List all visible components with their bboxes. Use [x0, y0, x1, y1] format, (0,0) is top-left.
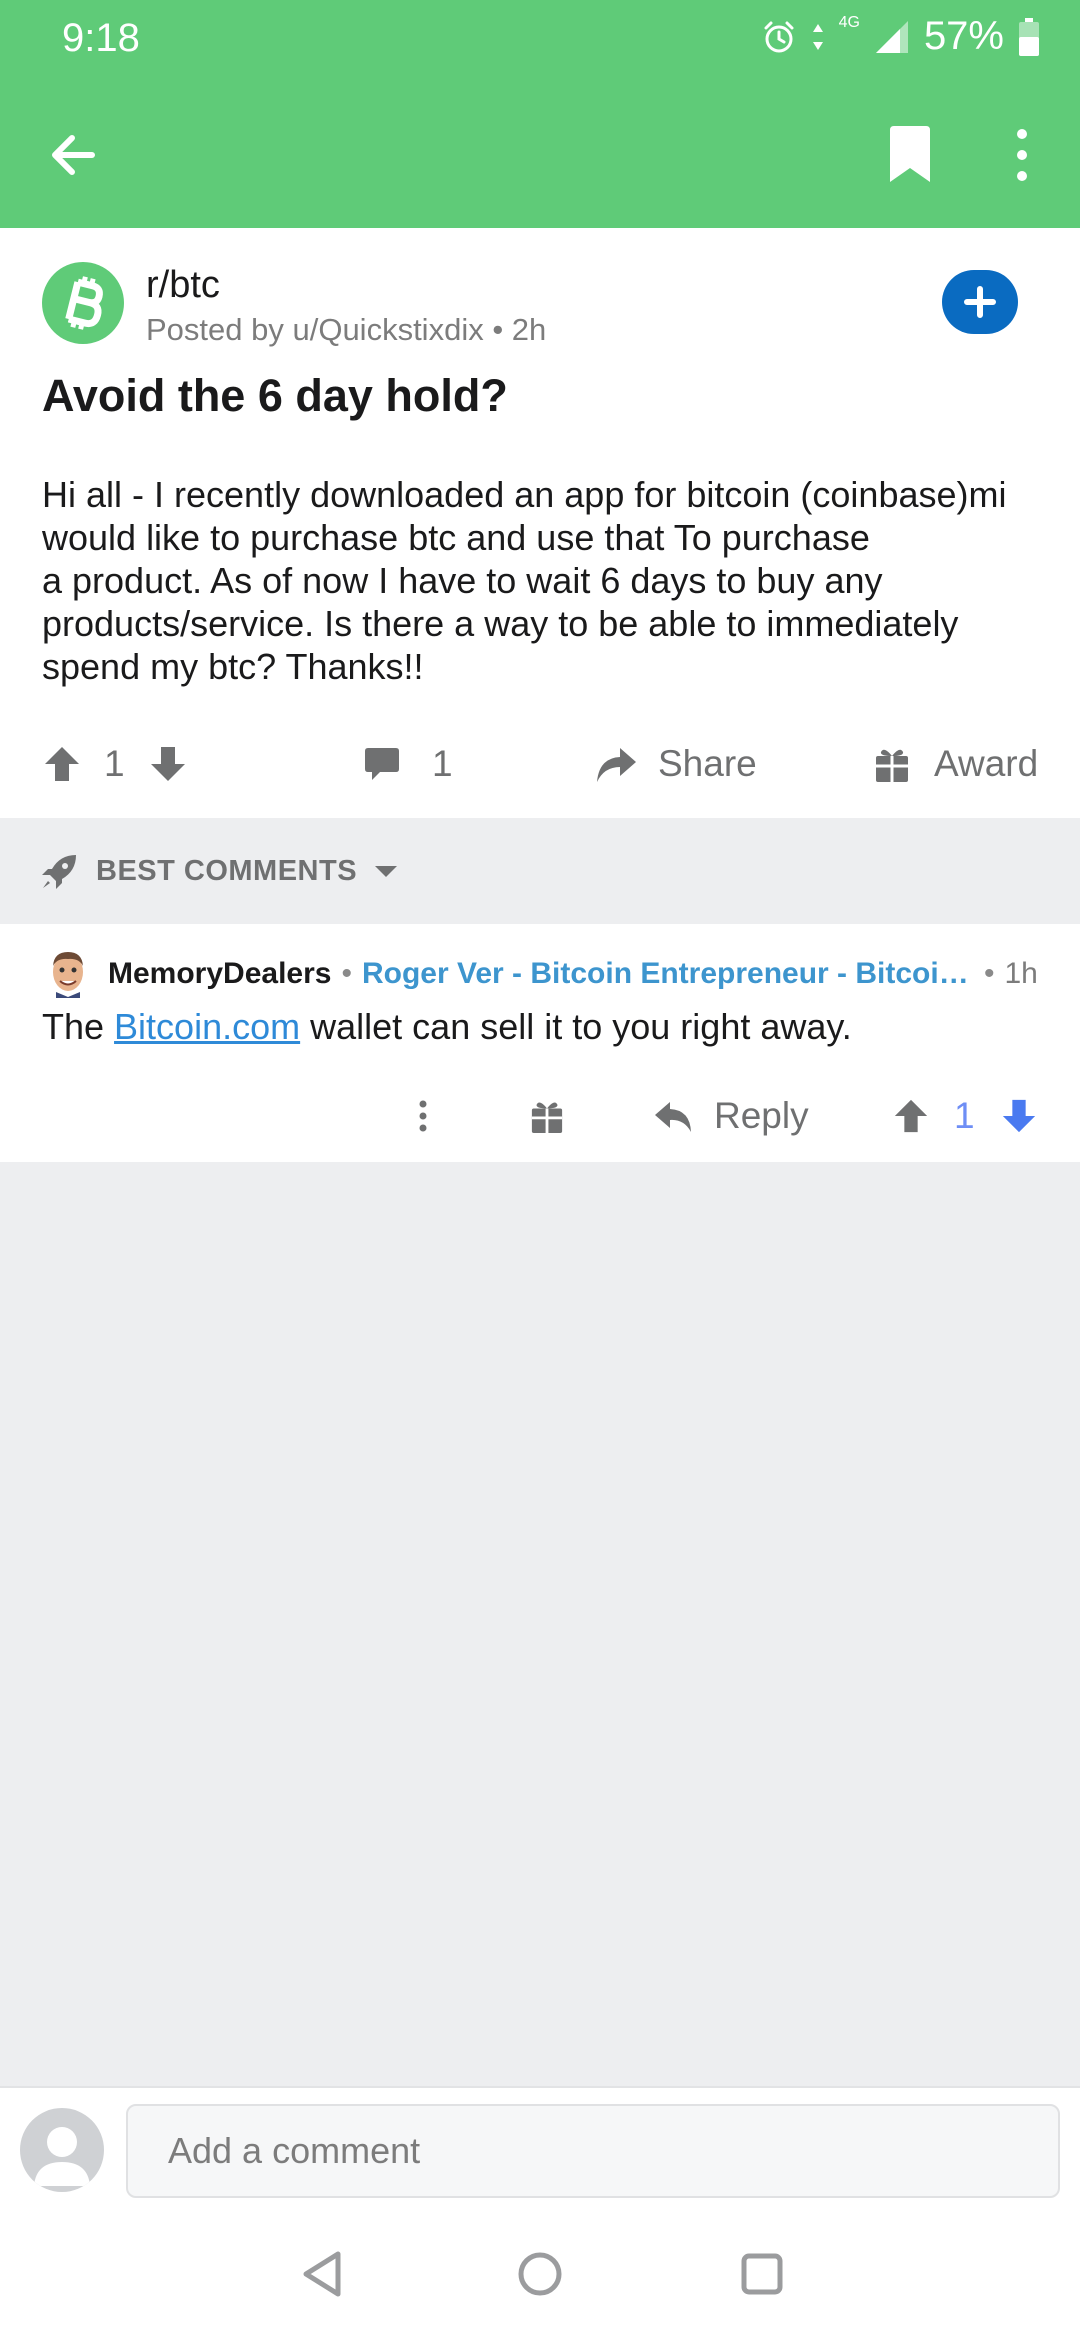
gift-icon — [876, 749, 908, 782]
comment-age: 1h — [1004, 957, 1038, 990]
post-age: 2h — [511, 312, 547, 347]
upvote-icon — [45, 747, 79, 781]
comment-body: The Bitcoin.com wallet can sell it to yo… — [42, 1006, 852, 1048]
subreddit-icon[interactable] — [42, 262, 124, 344]
downvote-button[interactable] — [148, 728, 188, 800]
nav-home-button[interactable] — [510, 2244, 570, 2304]
user-placeholder-icon — [34, 2127, 90, 2186]
upvote-button[interactable] — [42, 728, 82, 800]
reply-button[interactable]: Reply — [652, 1084, 809, 1148]
more-options-button[interactable] — [1002, 122, 1042, 188]
more-vertical-icon — [1017, 129, 1027, 181]
comment-text: The — [42, 1006, 115, 1047]
post-card: r/btc Posted by u/Quickstixdix • 2h Avoi… — [0, 228, 1080, 818]
chevron-down-icon — [375, 866, 398, 877]
more-vertical-icon — [419, 1100, 427, 1132]
award-label: Award — [934, 743, 1039, 784]
bookmark-icon — [890, 126, 930, 182]
post-meta: Posted by u/Quickstixdix • 2h — [146, 312, 546, 348]
upvote-icon — [894, 1099, 928, 1133]
comment-sort-bar: BEST COMMENTS — [0, 818, 1080, 922]
comment-compose-bar — [0, 2086, 1080, 2204]
post-author[interactable]: Posted by u/Quickstixdix — [146, 312, 484, 347]
square-recents-icon — [741, 2253, 783, 2295]
sort-dropdown[interactable]: BEST COMMENTS — [40, 846, 399, 896]
comment-more-button[interactable] — [408, 1084, 438, 1148]
gift-icon — [531, 1102, 563, 1133]
comment-award-button[interactable] — [530, 1084, 564, 1148]
share-label: Share — [658, 743, 757, 784]
meta-separator: • — [341, 957, 352, 990]
downvote-icon — [1002, 1099, 1036, 1133]
nav-back-button[interactable] — [292, 2244, 352, 2304]
downvote-icon — [151, 747, 185, 781]
join-subreddit-button[interactable] — [942, 270, 1018, 334]
rocket-icon — [42, 855, 76, 889]
battery-icon — [1019, 17, 1039, 56]
status-bar: 9:18 4G 57% — [0, 0, 1080, 80]
app-header: 9:18 4G 57% — [0, 0, 1080, 228]
comment-text: wallet can sell it to you right away. — [300, 1006, 852, 1047]
user-flair: Roger Ver - Bitcoin Entrepreneur - Bitco… — [361, 957, 974, 990]
post-body: Hi all - I recently downloaded an app fo… — [42, 473, 1052, 688]
post-body-line: products/service. Is there a way to be a… — [42, 603, 959, 644]
post-actions: 1 1 Share Award — [0, 728, 1080, 800]
meta-separator: • — [983, 957, 995, 990]
comment-icon — [365, 748, 399, 780]
circle-home-icon — [518, 2252, 562, 2296]
post-body-line: Hi all - I recently downloaded an app fo… — [42, 474, 1007, 515]
subreddit-name[interactable]: r/btc — [146, 264, 220, 307]
comment-author[interactable]: MemoryDealers — [108, 957, 331, 991]
comment-count: 1 — [432, 743, 453, 784]
post-score: 1 — [104, 743, 125, 784]
sort-label: BEST COMMENTS — [96, 854, 358, 887]
signal-icon — [875, 20, 908, 53]
data-transfer-icon — [812, 23, 823, 50]
comment: MemoryDealers • Roger Ver - Bitcoin Entr… — [0, 924, 1080, 1162]
comment-link[interactable]: Bitcoin.com — [114, 1006, 300, 1047]
status-icons: 4G 57% — [761, 14, 1040, 59]
post-body-line: would like to purchase btc and use that … — [42, 517, 870, 558]
back-button[interactable] — [40, 120, 110, 190]
battery-percent: 57% — [923, 14, 1004, 58]
status-time: 9:18 — [62, 16, 140, 60]
network-type: 4G — [838, 13, 860, 31]
arrow-left-icon — [52, 135, 95, 175]
add-comment-input[interactable] — [126, 2104, 1060, 2198]
toolbar — [0, 100, 1080, 210]
user-avatar[interactable] — [46, 950, 90, 998]
current-user-avatar[interactable] — [20, 2108, 104, 2192]
bitcoin-icon — [65, 276, 103, 330]
comment-upvote-button[interactable] — [892, 1084, 930, 1148]
comment-header: MemoryDealers • Roger Ver - Bitcoin Entr… — [108, 954, 1048, 994]
share-icon — [597, 748, 636, 782]
bookmark-button[interactable] — [880, 122, 940, 188]
alarm-icon — [764, 21, 794, 52]
comments-button[interactable]: 1 — [362, 728, 453, 800]
comment-score: 1 — [954, 1095, 975, 1136]
plus-icon — [964, 286, 996, 318]
award-button[interactable]: Award — [874, 728, 1038, 800]
post-body-line: spend my btc? Thanks!! — [42, 646, 424, 687]
comment-actions: Reply 1 — [0, 1084, 1080, 1148]
post-body-line: a product. As of now I have to wait 6 da… — [42, 560, 883, 601]
comment-downvote-button[interactable] — [1000, 1084, 1038, 1148]
nav-recents-button[interactable] — [732, 2244, 792, 2304]
triangle-back-icon — [303, 2251, 341, 2297]
post-title: Avoid the 6 day hold? — [42, 370, 508, 421]
reply-label: Reply — [714, 1095, 809, 1136]
meta-separator: • — [492, 312, 512, 347]
reply-icon — [655, 1102, 691, 1132]
share-button[interactable]: Share — [594, 728, 757, 800]
system-nav-bar — [0, 2204, 1080, 2340]
